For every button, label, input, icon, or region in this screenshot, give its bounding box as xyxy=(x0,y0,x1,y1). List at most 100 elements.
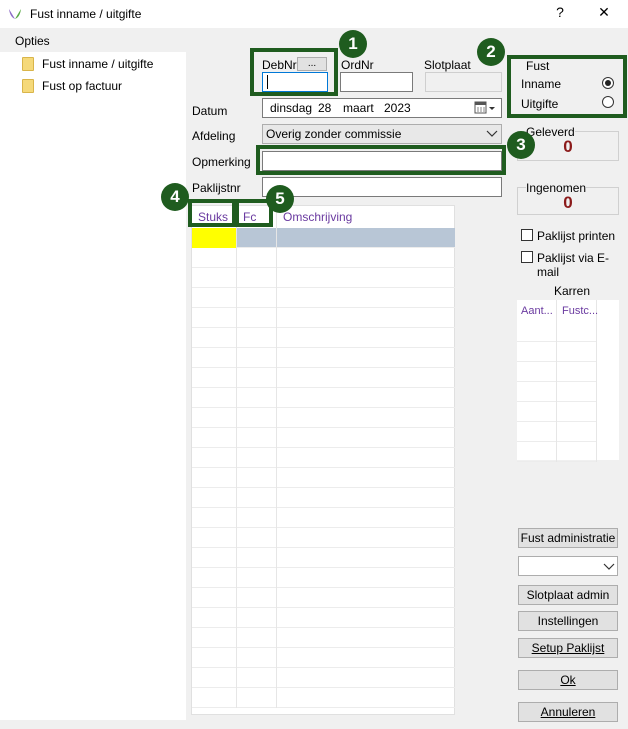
table-cell[interactable] xyxy=(557,422,597,442)
table-row[interactable] xyxy=(192,588,455,608)
column-header-omschrijving[interactable]: Omschrijving xyxy=(277,206,455,228)
table-cell[interactable] xyxy=(192,448,237,468)
karren-row[interactable] xyxy=(517,382,597,402)
table-cell[interactable] xyxy=(237,308,277,328)
table-cell[interactable] xyxy=(237,268,277,288)
table-cell[interactable] xyxy=(237,388,277,408)
table-cell[interactable] xyxy=(192,548,237,568)
table-row[interactable] xyxy=(192,648,455,668)
annuleren-button[interactable]: Annuleren xyxy=(518,702,618,722)
table-cell[interactable] xyxy=(237,448,277,468)
table-cell[interactable] xyxy=(237,648,277,668)
table-cell[interactable] xyxy=(237,248,277,268)
table-cell[interactable] xyxy=(557,342,597,362)
table-cell[interactable] xyxy=(237,668,277,688)
paklijst-printen-checkbox[interactable] xyxy=(521,229,533,241)
table-cell[interactable] xyxy=(192,688,237,708)
table-row[interactable] xyxy=(192,668,455,688)
sidebar-item-fust-factuur[interactable]: Fust op factuur xyxy=(22,77,122,95)
instellingen-button[interactable]: Instellingen xyxy=(518,611,618,631)
table-row[interactable] xyxy=(192,508,455,528)
table-row[interactable] xyxy=(192,328,455,348)
menu-opties[interactable]: Opties xyxy=(15,34,50,48)
table-row[interactable] xyxy=(192,528,455,548)
table-cell[interactable] xyxy=(517,402,557,422)
table-cell[interactable] xyxy=(237,328,277,348)
table-row[interactable] xyxy=(192,408,455,428)
table-cell[interactable] xyxy=(517,342,557,362)
table-cell[interactable] xyxy=(192,288,237,308)
karren-row[interactable] xyxy=(517,362,597,382)
table-cell[interactable] xyxy=(192,428,237,448)
table-cell[interactable] xyxy=(237,428,277,448)
table-row[interactable] xyxy=(192,268,455,288)
table-cell[interactable] xyxy=(237,368,277,388)
table-cell[interactable] xyxy=(237,588,277,608)
table-cell[interactable] xyxy=(192,568,237,588)
table-cell[interactable] xyxy=(237,488,277,508)
table-row[interactable] xyxy=(192,568,455,588)
karren-row[interactable] xyxy=(517,322,597,342)
close-icon[interactable]: ✕ xyxy=(590,4,618,21)
table-cell[interactable] xyxy=(192,308,237,328)
calendar-dropdown-icon[interactable] xyxy=(474,101,498,115)
help-button[interactable]: ? xyxy=(546,4,574,20)
table-cell[interactable] xyxy=(192,668,237,688)
table-cell[interactable] xyxy=(517,382,557,402)
table-cell[interactable] xyxy=(237,508,277,528)
table-cell[interactable] xyxy=(557,322,597,342)
table-row[interactable] xyxy=(192,488,455,508)
table-cell[interactable] xyxy=(237,628,277,648)
table-cell[interactable] xyxy=(192,508,237,528)
table-cell[interactable] xyxy=(192,588,237,608)
table-cell[interactable] xyxy=(517,442,557,462)
table-cell[interactable] xyxy=(237,688,277,708)
table-cell[interactable] xyxy=(557,382,597,402)
ok-button[interactable]: Ok xyxy=(518,670,618,690)
karren-grid[interactable]: Aant... Fustc... xyxy=(517,300,619,462)
table-row[interactable] xyxy=(192,468,455,488)
ordnr-input[interactable] xyxy=(340,72,413,92)
table-cell[interactable] xyxy=(237,408,277,428)
table-cell[interactable] xyxy=(192,608,237,628)
table-cell[interactable] xyxy=(192,368,237,388)
cell-fc-active[interactable] xyxy=(237,228,277,248)
table-cell[interactable] xyxy=(237,288,277,308)
table-cell[interactable] xyxy=(237,468,277,488)
table-cell[interactable] xyxy=(192,648,237,668)
table-row[interactable] xyxy=(192,548,455,568)
karren-col-aantal[interactable]: Aant... xyxy=(517,300,557,322)
table-cell[interactable] xyxy=(237,348,277,368)
karren-row[interactable] xyxy=(517,342,597,362)
table-cell[interactable] xyxy=(192,488,237,508)
table-row[interactable] xyxy=(192,448,455,468)
table-row[interactable] xyxy=(192,428,455,448)
table-row[interactable] xyxy=(192,608,455,628)
karren-row[interactable] xyxy=(517,442,597,462)
table-cell[interactable] xyxy=(192,248,237,268)
fust-administratie-button[interactable]: Fust administratie xyxy=(518,528,618,548)
table-cell[interactable] xyxy=(557,362,597,382)
table-cell[interactable] xyxy=(192,408,237,428)
table-cell[interactable] xyxy=(517,322,557,342)
sidebar-item-fust-inname[interactable]: Fust inname / uitgifte xyxy=(22,55,153,73)
setup-paklijst-button[interactable]: Setup Paklijst xyxy=(518,638,618,658)
karren-row[interactable] xyxy=(517,422,597,442)
table-cell[interactable] xyxy=(517,362,557,382)
table-row[interactable] xyxy=(192,688,455,708)
slotplaat-admin-button[interactable]: Slotplaat admin xyxy=(518,585,618,605)
table-row[interactable] xyxy=(192,628,455,648)
table-row[interactable] xyxy=(192,248,455,268)
table-row[interactable] xyxy=(192,288,455,308)
table-cell[interactable] xyxy=(192,468,237,488)
table-row-active[interactable] xyxy=(192,228,455,248)
paklijst-email-checkbox[interactable] xyxy=(521,251,533,263)
table-cell[interactable] xyxy=(192,348,237,368)
fust-grid[interactable]: Stuks Fc Omschrijving xyxy=(191,205,455,715)
table-cell[interactable] xyxy=(237,608,277,628)
table-cell[interactable] xyxy=(192,388,237,408)
table-row[interactable] xyxy=(192,388,455,408)
table-cell[interactable] xyxy=(557,442,597,462)
table-cell[interactable] xyxy=(517,422,557,442)
cell-stuks-active[interactable] xyxy=(192,228,237,248)
